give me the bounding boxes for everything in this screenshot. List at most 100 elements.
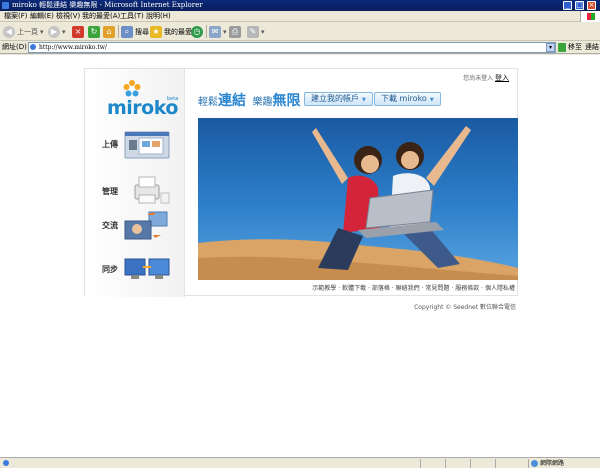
- favorites-label: 我的最愛: [164, 27, 192, 36]
- status-divider: [470, 459, 471, 468]
- hero-girls-laptop-image: [198, 126, 518, 280]
- page-status-icon: [3, 460, 9, 466]
- toolbar: ◀ 上一頁 ▾ ▶ ▾ × ↻ ⌂ ⌕ 搜尋 ★ 我的最愛 ◷ ✉ ▾ ⎙ ✎ …: [0, 22, 600, 41]
- login-status-text: 您尚未登入: [463, 75, 494, 82]
- status-divider: [495, 459, 496, 468]
- beta-badge: beta: [167, 96, 179, 102]
- edit-icon: ✎: [247, 25, 259, 38]
- footer-link-contact[interactable]: 聯絡我們: [396, 285, 420, 292]
- menu-favorites[interactable]: 我的最愛(A): [82, 12, 120, 21]
- download-button[interactable]: 下載 miroko ▼: [374, 92, 441, 106]
- close-button[interactable]: ×: [587, 1, 596, 10]
- footer-link-download[interactable]: 軟體下載: [342, 285, 366, 292]
- menu-edit[interactable]: 編輯(E): [30, 12, 54, 21]
- feature-panel: miroko beta 上傳 管理 交流 同步: [85, 69, 185, 297]
- miroko-logo[interactable]: miroko beta: [105, 79, 179, 119]
- forward-button[interactable]: ▶ ▾: [48, 25, 66, 38]
- back-dropdown-icon[interactable]: ▾: [40, 28, 44, 36]
- refresh-button[interactable]: ↻: [88, 25, 100, 38]
- footer-link-terms[interactable]: 服務條款: [455, 285, 479, 292]
- footer-separator: ‧: [368, 285, 370, 292]
- page-content: miroko beta 上傳 管理 交流 同步 您尚未登入 登入 輕鬆連結 樂趣…: [0, 55, 600, 457]
- windows-flag-icon: [587, 13, 595, 20]
- status-divider: [420, 459, 421, 468]
- mail-dropdown-icon[interactable]: ▾: [223, 28, 227, 36]
- sync-thumbnail-icon: [124, 258, 170, 279]
- edit-button[interactable]: ✎ ▾: [247, 25, 265, 38]
- print-button[interactable]: ⎙: [229, 25, 241, 38]
- chevron-down-icon: ▼: [362, 97, 366, 103]
- main-card: miroko beta 上傳 管理 交流 同步 您尚未登入 登入 輕鬆連結 樂趣…: [84, 68, 518, 297]
- history-button[interactable]: ◷: [191, 25, 203, 38]
- feature-label: 交流: [102, 221, 118, 230]
- footer-link-faq[interactable]: 常見問題: [425, 285, 449, 292]
- footer-link-blog[interactable]: 部落格: [372, 285, 390, 292]
- manage-thumbnail-icon: [134, 176, 170, 204]
- forward-dropdown-icon[interactable]: ▾: [62, 28, 66, 36]
- minimize-button[interactable]: _: [563, 1, 572, 10]
- feature-label: 同步: [102, 265, 118, 274]
- feature-sync[interactable]: 同步: [85, 251, 185, 287]
- favorites-star-icon: ★: [150, 25, 162, 38]
- edit-dropdown-icon[interactable]: ▾: [261, 28, 265, 36]
- search-icon: ⌕: [121, 25, 133, 38]
- address-bar: 網址(D) http://www.miroko.tw/ ▾ 移至 連結: [0, 41, 600, 54]
- feature-share[interactable]: 交流: [85, 207, 185, 243]
- links-button[interactable]: 連結: [585, 43, 599, 52]
- history-icon: ◷: [191, 25, 203, 38]
- search-label: 搜尋: [135, 27, 149, 36]
- create-account-button[interactable]: 建立我的帳戶 ▼: [304, 92, 373, 106]
- go-button[interactable]: 移至: [568, 43, 582, 52]
- windows-logo: [580, 11, 600, 22]
- refresh-icon: ↻: [88, 25, 100, 38]
- share-thumbnail-icon: [124, 211, 168, 240]
- chevron-down-icon: ▼: [429, 97, 434, 103]
- go-arrow-icon[interactable]: [558, 43, 566, 52]
- upload-thumbnail-icon: [124, 131, 170, 159]
- feature-manage[interactable]: 管理: [85, 173, 185, 209]
- address-dropdown-icon[interactable]: ▾: [546, 43, 555, 52]
- toolbar-divider: [206, 25, 207, 38]
- menu-tools[interactable]: 工具(T): [120, 12, 144, 21]
- status-bar: 網際網路: [0, 457, 600, 468]
- slogan-part4: 無限: [272, 93, 301, 109]
- browser-window: miroko 輕鬆連結 樂趣無限 - Microsoft Internet Ex…: [0, 0, 600, 468]
- menu-view[interactable]: 檢視(V): [56, 12, 80, 21]
- favorites-button[interactable]: ★ 我的最愛: [150, 25, 192, 38]
- footer-separator: ‧: [391, 285, 394, 292]
- feature-upload[interactable]: 上傳: [85, 126, 185, 162]
- feature-label: 管理: [102, 187, 118, 196]
- page-favicon-icon: [30, 44, 36, 50]
- menu-file[interactable]: 檔案(F): [4, 12, 28, 21]
- footer-separator: ‧: [421, 285, 424, 292]
- title-bar: miroko 輕鬆連結 樂趣無限 - Microsoft Internet Ex…: [0, 0, 600, 11]
- feature-label: 上傳: [102, 140, 118, 149]
- stop-icon: ×: [72, 25, 84, 38]
- home-icon: ⌂: [103, 25, 115, 38]
- download-label: 下載 miroko: [381, 94, 427, 103]
- login-link[interactable]: 登入: [495, 74, 509, 82]
- address-input[interactable]: http://www.miroko.tw/: [28, 42, 556, 53]
- home-button[interactable]: ⌂: [103, 25, 115, 38]
- menu-help[interactable]: 說明(H): [146, 12, 171, 21]
- footer-link-privacy[interactable]: 個人隱私權: [485, 285, 515, 292]
- ie-app-icon: [2, 2, 9, 9]
- print-icon: ⎙: [229, 25, 241, 38]
- flower-logo-icon: [123, 80, 141, 97]
- footer-links: 示範教學 ‧ 軟體下載 ‧ 部落格 ‧ 聯絡我們 ‧ 常見問題 ‧ 服務條款 ‧…: [312, 283, 515, 292]
- slogan-part2: 連結: [218, 93, 246, 109]
- slogan-part3: 樂趣: [252, 97, 273, 108]
- back-button[interactable]: ◀ 上一頁 ▾: [3, 25, 44, 38]
- search-button[interactable]: ⌕ 搜尋: [121, 25, 149, 38]
- footer-separator: ‧: [451, 285, 454, 292]
- stop-button[interactable]: ×: [72, 25, 84, 38]
- security-zone: 網際網路: [528, 459, 600, 468]
- maximize-button[interactable]: □: [575, 1, 584, 10]
- create-account-label: 建立我的帳戶: [311, 94, 359, 103]
- slogan-part1: 輕鬆: [198, 97, 218, 108]
- footer-separator: ‧: [338, 285, 341, 292]
- status-divider: [445, 459, 446, 468]
- mail-button[interactable]: ✉ ▾: [209, 25, 227, 38]
- mail-icon: ✉: [209, 25, 221, 38]
- footer-link-demo[interactable]: 示範教學: [312, 285, 336, 292]
